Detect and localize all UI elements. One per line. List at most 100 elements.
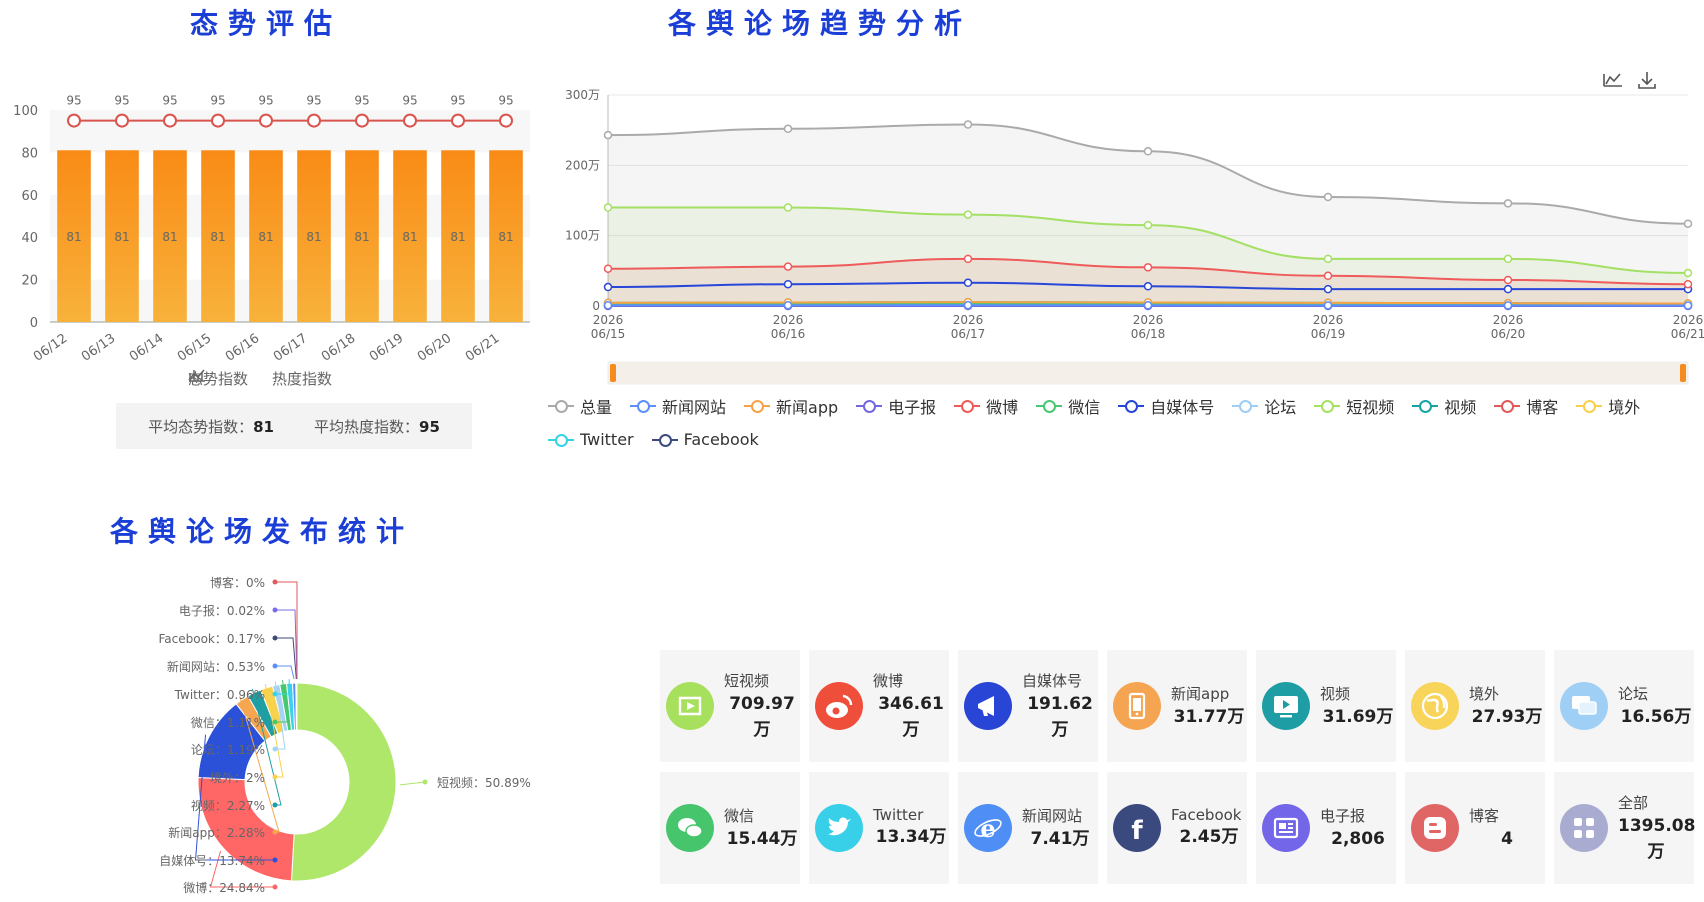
point-新闻网站 xyxy=(963,300,973,310)
label-dot xyxy=(272,579,278,585)
slice-label: Facebook：0.17% xyxy=(158,632,265,646)
stat-card-全部[interactable]: 全部 1395.08 万 xyxy=(1554,772,1696,884)
label-dot xyxy=(272,746,278,752)
heat-point xyxy=(499,113,513,128)
bar-value-label: 81 xyxy=(450,230,465,244)
label-dot xyxy=(272,774,278,780)
ie-icon: e xyxy=(964,804,1012,852)
point-新闻网站 xyxy=(1503,301,1513,310)
slice-label: 新闻网站：0.53% xyxy=(167,659,265,674)
zoom-handle-left xyxy=(610,364,616,382)
stat-card-value: 191.62 xyxy=(1027,693,1093,714)
stat-card-name: 论坛 xyxy=(1618,684,1649,703)
label-dot xyxy=(272,691,278,697)
stat-card-text: 论坛 16.56万 xyxy=(1618,683,1694,730)
avg-heat: 平均热度指数：95 xyxy=(314,416,440,437)
line-value-label: 95 xyxy=(66,94,81,108)
slice-label: 自媒体号：13.74% xyxy=(159,854,265,868)
stat-card-text: 全部 1395.08 万 xyxy=(1618,792,1696,865)
stat-card-微信[interactable]: 微信 15.44万 xyxy=(660,772,800,884)
legend-line-item[interactable]: 热度指数 xyxy=(188,368,332,389)
stat-card-电子报[interactable]: 电子报 2,806 xyxy=(1256,772,1396,884)
point-总量 xyxy=(783,124,793,134)
stat-card-微博[interactable]: 微博 346.61 万 xyxy=(809,650,949,762)
stat-card-text: 新闻app 31.77万 xyxy=(1171,683,1247,730)
line-value-label: 95 xyxy=(450,94,465,108)
legend-label: 微信 xyxy=(1068,398,1101,417)
stat-card-博客[interactable]: 博客 4 xyxy=(1405,772,1545,884)
point-新闻网站 xyxy=(783,300,793,310)
legend-item-论坛[interactable]: 论坛 xyxy=(1232,394,1296,418)
situation-legend: 态势指数 热度指数 xyxy=(188,368,332,389)
slice-label: 论坛：1.19% xyxy=(191,743,265,757)
x-tick-year: 2026 xyxy=(953,313,984,327)
legend-label: Facebook xyxy=(683,430,759,449)
legend-label: 微博 xyxy=(986,398,1019,417)
legend-item-自媒体号[interactable]: 自媒体号 xyxy=(1118,394,1214,418)
download-icon[interactable] xyxy=(1636,70,1658,90)
legend-item-微信[interactable]: 微信 xyxy=(1036,394,1100,418)
stat-card-新闻app[interactable]: 新闻app 31.77万 xyxy=(1107,650,1247,762)
x-tick-label: 06/20 xyxy=(415,331,454,365)
stat-card-name: 境外 xyxy=(1469,684,1500,703)
stat-card-value: 1395.08 xyxy=(1618,815,1696,836)
heat-point xyxy=(211,113,225,128)
legend-item-博客[interactable]: 博客 xyxy=(1494,394,1558,418)
stat-card-新闻网站[interactable]: e 新闻网站 7.41万 xyxy=(958,772,1098,884)
avg-heat-label: 平均热度指数： xyxy=(314,417,420,436)
legend-item-视频[interactable]: 视频 xyxy=(1412,394,1476,418)
legend-item-电子报[interactable]: 电子报 xyxy=(856,394,936,418)
legend-symbol xyxy=(1494,399,1521,413)
legend-item-Twitter[interactable]: Twitter xyxy=(548,430,634,449)
heat-point xyxy=(403,113,417,128)
legend-symbol xyxy=(1118,399,1145,413)
point-自媒体号 xyxy=(603,282,613,292)
x-tick-label: 06/13 xyxy=(79,331,118,365)
legend-label: 论坛 xyxy=(1264,398,1297,417)
point-微博 xyxy=(783,262,793,271)
label-line xyxy=(275,665,295,680)
point-微博 xyxy=(603,264,613,273)
stat-card-text: 新闻网站 7.41万 xyxy=(1022,805,1098,852)
label-dot xyxy=(272,635,278,641)
legend-label: 视频 xyxy=(1444,398,1477,417)
point-总量 xyxy=(603,130,613,140)
label-dot xyxy=(272,719,278,725)
stat-card-视频[interactable]: 视频 31.69万 xyxy=(1256,650,1396,762)
video-icon xyxy=(1262,682,1310,730)
label-line xyxy=(275,581,298,679)
x-tick-label: 06/18 xyxy=(319,331,358,365)
stat-card-name: Twitter xyxy=(873,806,924,824)
stat-card-论坛[interactable]: 论坛 16.56万 xyxy=(1554,650,1694,762)
area-chart-icon[interactable] xyxy=(1602,70,1624,90)
heat-point xyxy=(451,113,465,128)
legend-item-总量[interactable]: 总量 xyxy=(548,394,612,418)
heat-point xyxy=(259,113,273,128)
legend-item-新闻网站[interactable]: 新闻网站 xyxy=(630,394,726,418)
legend-item-Facebook[interactable]: Facebook xyxy=(651,430,759,449)
y-tick-label: 200万 xyxy=(565,158,600,172)
label-dot xyxy=(272,802,278,808)
point-短视频 xyxy=(1143,220,1153,230)
stat-card-Facebook[interactable]: f Facebook 2.45万 xyxy=(1107,772,1247,884)
x-tick-label: 06/12 xyxy=(31,331,70,365)
stat-card-境外[interactable]: 境外 27.93万 xyxy=(1405,650,1545,762)
point-总量 xyxy=(963,120,973,129)
legend-item-境外[interactable]: 境外 xyxy=(1576,394,1640,418)
point-总量 xyxy=(1683,219,1693,228)
legend-symbol xyxy=(1036,399,1063,413)
point-自媒体号 xyxy=(1503,284,1513,294)
legend-row: 总量 新闻网站 新闻app 电子报 微博 微信 自媒体号 论坛 短视频 视频 博客 境外 xyxy=(548,394,1698,418)
legend-item-新闻app[interactable]: 新闻app xyxy=(744,394,838,418)
avg-heat-value: 95 xyxy=(419,417,440,436)
bar-value-label: 81 xyxy=(354,230,369,244)
stat-card-Twitter[interactable]: Twitter 13.34万 xyxy=(809,772,949,884)
slice-短视频 xyxy=(290,682,397,882)
stat-card-短视频[interactable]: 短视频 709.97 万 xyxy=(660,650,800,762)
stat-card-自媒体号[interactable]: 自媒体号 191.62 万 xyxy=(958,650,1098,762)
legend-item-短视频[interactable]: 短视频 xyxy=(1314,394,1394,418)
situation-chart: 0 20 40 60 80 100 81 95 06/12 81 95 06/13 81 95 06/14 8… xyxy=(13,94,530,365)
globe-icon xyxy=(1411,682,1459,730)
megaphone-icon xyxy=(964,682,1012,730)
legend-item-微博[interactable]: 微博 xyxy=(954,394,1018,418)
